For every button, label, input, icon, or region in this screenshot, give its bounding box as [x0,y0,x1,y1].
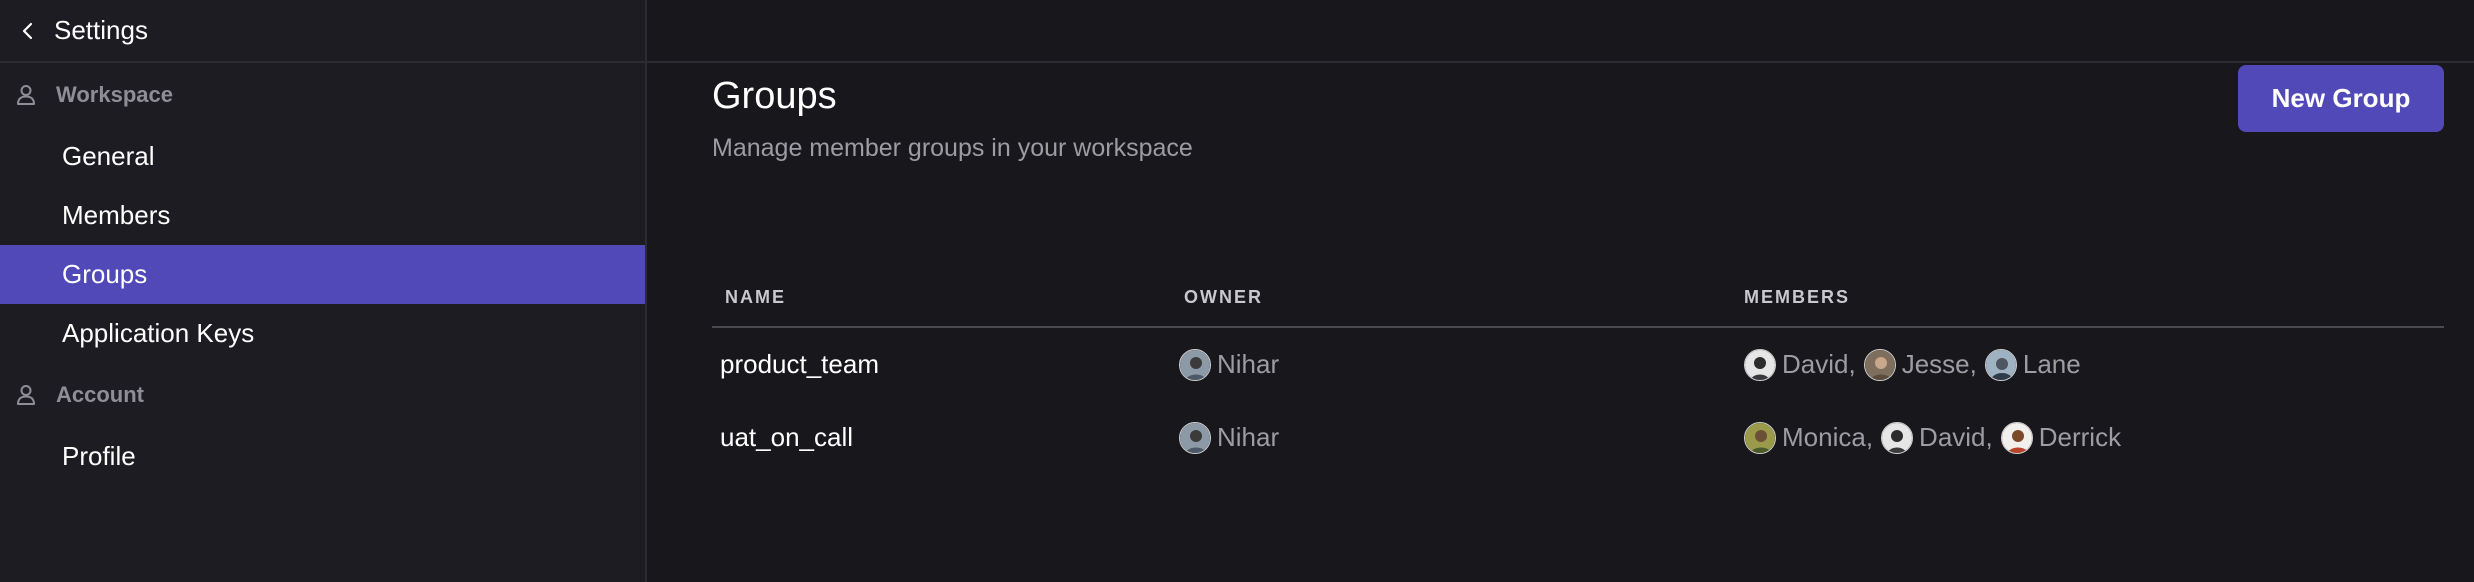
sidebar-item-application-keys[interactable]: Application Keys [0,304,645,363]
table-header: NAME OWNER MEMBERS [712,268,2444,328]
member-chip: Derrick [2000,421,2122,454]
sidebar-item-groups[interactable]: Groups [0,245,645,304]
settings-sidebar: Settings Workspace General Members Group… [0,0,647,582]
section-label-account: Account [56,382,144,407]
group-name: uat_on_call [720,422,853,452]
avatar [1863,348,1896,381]
section-account: Account [0,363,645,427]
owner-name: Nihar [1217,422,1280,452]
avatar [1984,348,2017,381]
column-header-members: MEMBERS [1744,286,1851,307]
chevron-left-icon[interactable] [14,17,42,45]
sidebar-item-members[interactable]: Members [0,186,645,245]
member-name: Derrick [2038,422,2122,452]
member-name: David, [1919,422,1993,452]
group-name: product_team [720,349,879,379]
page-title: Groups [712,75,837,117]
member-chip: Monica, [1744,421,1874,454]
app: Settings Workspace General Members Group… [0,0,2474,582]
main-panel: Groups Manage member groups in your work… [647,0,2474,582]
person-icon [14,383,38,407]
member-name: David, [1782,349,1856,379]
sidebar-title: Settings [54,15,148,45]
member-name: Jesse, [1901,349,1977,379]
avatar [1744,421,1776,454]
new-group-button[interactable]: New Group [2238,65,2444,132]
member-chip: David, [1881,421,1993,454]
section-label-workspace: Workspace [56,82,173,107]
table-row[interactable]: product_team Nihar David, Jesse, Lane [712,328,2444,401]
avatar [1881,421,1914,454]
column-header-name: NAME [725,286,786,307]
group-members: Monica, David, Derrick [1744,421,2444,454]
avatar [1744,348,1776,381]
table-row[interactable]: uat_on_call Nihar Monica, David, Derrick [712,401,2444,474]
group-members: David, Jesse, Lane [1744,348,2444,381]
person-icon [14,83,38,107]
sidebar-item-general[interactable]: General [0,127,645,186]
member-name: Monica, [1782,422,1874,452]
owner-name: Nihar [1217,349,1280,379]
sidebar-header: Settings [0,0,645,63]
groups-table: NAME OWNER MEMBERS product_team Nihar Da… [712,268,2444,474]
column-header-owner: OWNER [1184,286,1263,307]
member-chip: David, [1744,348,1856,381]
group-owner: Nihar [1179,421,1739,454]
member-chip: Jesse, [1863,348,1977,381]
member-chip: Lane [1984,348,2081,381]
section-workspace: Workspace [0,63,645,127]
page-subtitle: Manage member groups in your workspace [712,134,1193,162]
group-owner: Nihar [1179,348,1739,381]
top-bar [647,0,2474,63]
member-name: Lane [2022,349,2081,379]
avatar [2000,421,2033,454]
avatar [1179,348,1211,381]
sidebar-item-profile[interactable]: Profile [0,427,645,486]
avatar [1179,421,1211,454]
